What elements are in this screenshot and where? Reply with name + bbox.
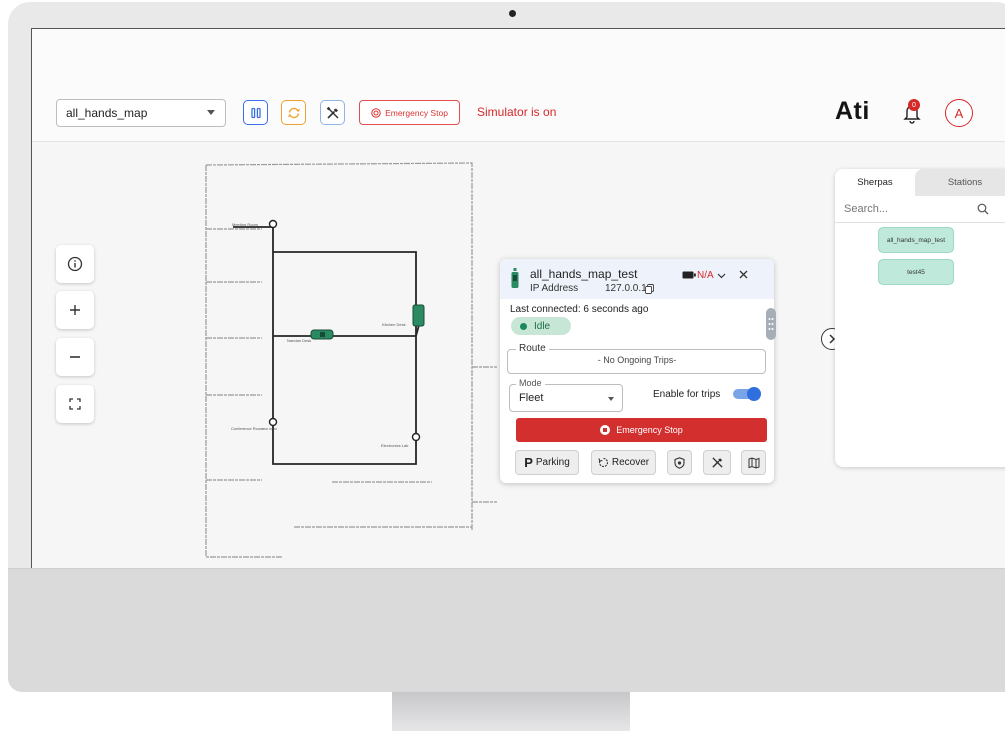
sherpa-chip[interactable]: test45 — [878, 259, 954, 285]
monitor-chin — [8, 568, 1005, 692]
sherpa-card: all_hands_map_test IP Address 127.0.0.1 … — [500, 259, 774, 483]
enable-trips-label: Enable for trips — [653, 389, 721, 400]
monitor-stand — [392, 692, 630, 731]
route-value: - No Ongoing Trips- — [597, 355, 677, 365]
simulator-status: Simulator is on — [477, 105, 557, 119]
scene: all_hands_map Emergency Stop Simulator i… — [0, 0, 1005, 731]
tools-button[interactable] — [320, 100, 345, 125]
map-label-nandan-desk: Nandan Desk — [287, 338, 312, 343]
sync-icon — [287, 107, 300, 118]
tools-icon — [711, 457, 723, 468]
ati-logo: Ati — [835, 97, 870, 125]
sherpa-chip[interactable]: all_hands_map_test — [878, 227, 954, 253]
enable-trips-toggle[interactable] — [733, 387, 761, 401]
stop-icon — [600, 425, 611, 435]
mode-label: Mode — [516, 378, 545, 388]
chevron-down-icon — [207, 110, 215, 115]
sherpa-icon — [511, 268, 519, 288]
stop-circle-icon — [371, 107, 381, 118]
tab-stations-label: Stations — [947, 177, 983, 188]
avatar-initial: A — [954, 105, 964, 121]
station-markers — [268, 219, 421, 442]
sherpa-emergency-stop-button[interactable]: Emergency Stop — [516, 418, 767, 442]
status-text: Idle — [534, 320, 551, 332]
maintenance-button[interactable] — [703, 450, 731, 475]
parking-icon: P — [524, 455, 533, 470]
notification-badge: 0 — [908, 99, 920, 111]
sherpa-chip-label: all_hands_map_test — [886, 236, 946, 244]
chevron-down-icon — [608, 397, 614, 401]
sync-button[interactable] — [281, 100, 306, 125]
mode-value: Fleet — [519, 392, 544, 404]
battery-status: N/A — [697, 270, 714, 281]
avatar[interactable]: A — [945, 99, 973, 127]
copy-icon[interactable] — [645, 284, 654, 294]
tab-sherpas-label: Sherpas — [857, 177, 893, 188]
top-bar: all_hands_map Emergency Stop Simulator i… — [32, 29, 1005, 142]
pause-icon — [250, 107, 261, 118]
status-dot-icon — [520, 322, 527, 330]
ip-address-label: IP Address — [530, 283, 579, 294]
last-connected: Last connected: 6 seconds ago — [510, 304, 649, 315]
map-label-electronics-lab: Electronics Lab — [381, 443, 409, 448]
camera-icon — [509, 10, 516, 17]
sherpa-emergency-stop-label: Emergency Stop — [616, 425, 683, 435]
search-icon — [977, 203, 989, 215]
map-view-button[interactable] — [741, 450, 766, 475]
map-select[interactable]: all_hands_map — [56, 99, 226, 127]
map-label-conference-room: Conference Room — [231, 426, 264, 431]
route-label: Route — [516, 343, 549, 354]
tools-icon — [326, 106, 338, 119]
parking-label: Parking — [535, 457, 570, 468]
map-select-value: all_hands_map — [66, 106, 148, 120]
chevron-down-icon[interactable] — [717, 273, 726, 279]
station-conference-room — [268, 417, 278, 427]
shield-icon — [674, 456, 685, 469]
sherpa-marker — [412, 304, 425, 327]
drag-handle[interactable] — [766, 308, 776, 340]
sherpas-panel: Stations Sherpas Search... all_hands_map… — [835, 169, 1005, 467]
parking-button[interactable]: P Parking — [515, 450, 579, 475]
station-meeting-room — [268, 219, 278, 229]
shield-button[interactable] — [667, 450, 692, 475]
map-label-kitchen-desk: Kitchen Desk — [382, 322, 406, 327]
tab-stations[interactable]: Stations — [915, 169, 1005, 196]
tab-sherpas[interactable]: Sherpas — [835, 169, 915, 196]
recover-label: Recover — [611, 457, 650, 468]
sherpa-card-header: all_hands_map_test IP Address 127.0.0.1 … — [500, 259, 774, 299]
map-icon — [748, 456, 759, 469]
status-badge: Idle — [511, 317, 571, 335]
pause-button[interactable] — [243, 100, 268, 125]
sherpa-markers — [310, 304, 425, 340]
sherpa-chip-label: test45 — [907, 268, 925, 276]
app-screen: all_hands_map Emergency Stop Simulator i… — [31, 28, 1005, 568]
station-electronics-lab — [411, 432, 421, 442]
search-placeholder: Search... — [844, 203, 889, 215]
ip-address-value: 127.0.0.1 — [605, 283, 647, 294]
emergency-stop-button[interactable]: Emergency Stop — [359, 100, 460, 125]
sherpa-name: all_hands_map_test — [530, 267, 638, 281]
toggle-knob — [747, 387, 761, 401]
close-icon[interactable] — [739, 270, 748, 279]
map-label-meeting-room: Meeting Room — [232, 222, 259, 227]
recover-icon — [598, 457, 608, 468]
battery-icon — [682, 271, 696, 279]
emergency-stop-label: Emergency Stop — [385, 107, 448, 118]
recover-button[interactable]: Recover — [591, 450, 656, 475]
drag-dots-icon — [768, 318, 774, 330]
